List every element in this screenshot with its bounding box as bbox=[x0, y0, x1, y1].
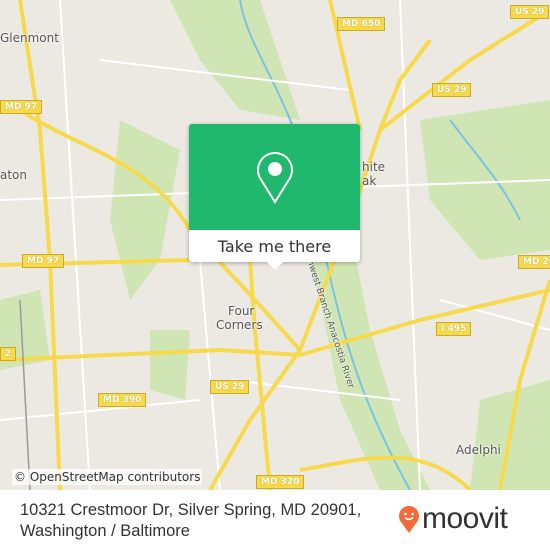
address-line-2: Washington / Baltimore bbox=[20, 522, 190, 540]
brand-name: moovit bbox=[422, 502, 508, 535]
moovit-pin-icon bbox=[399, 506, 419, 533]
popup-header bbox=[189, 124, 360, 230]
footer: 10321 Crestmoor Dr, Silver Spring, MD 20… bbox=[0, 490, 550, 550]
attribution[interactable]: © OpenStreetMap contributors bbox=[12, 469, 203, 485]
address-line-1: 10321 Crestmoor Dr, Silver Spring, MD 20… bbox=[20, 501, 362, 519]
place-label: Glenmont bbox=[0, 31, 59, 45]
route-shield: US 29 bbox=[210, 380, 250, 394]
route-shield: MD 97 bbox=[22, 254, 65, 268]
route-shield: US 29 bbox=[432, 83, 472, 97]
destination-popup: Take me there bbox=[189, 124, 360, 270]
place-label: hite bbox=[362, 160, 386, 174]
place-label: Four bbox=[228, 304, 255, 318]
take-me-there-button[interactable]: Take me there bbox=[189, 230, 360, 262]
address: 10321 Crestmoor Dr, Silver Spring, MD 20… bbox=[20, 500, 361, 542]
route-shield: I 495 bbox=[436, 322, 472, 336]
place-label: Adelphi bbox=[456, 443, 501, 457]
route-shield: MD 97 bbox=[0, 100, 43, 114]
route-shield: 2 bbox=[0, 347, 17, 361]
place-label: aton bbox=[0, 168, 28, 182]
moovit-logo[interactable]: moovit bbox=[398, 502, 508, 536]
route-shield: MD 320 bbox=[256, 475, 305, 489]
route-shield: MD 650 bbox=[337, 17, 386, 31]
map-pin-icon bbox=[256, 152, 293, 204]
place-label: Corners bbox=[216, 318, 263, 332]
place-label: ak bbox=[362, 174, 377, 188]
route-shield: MD 390 bbox=[98, 393, 147, 407]
route-shield: US 29 bbox=[510, 5, 550, 19]
route-shield: MD 29 bbox=[518, 255, 550, 269]
